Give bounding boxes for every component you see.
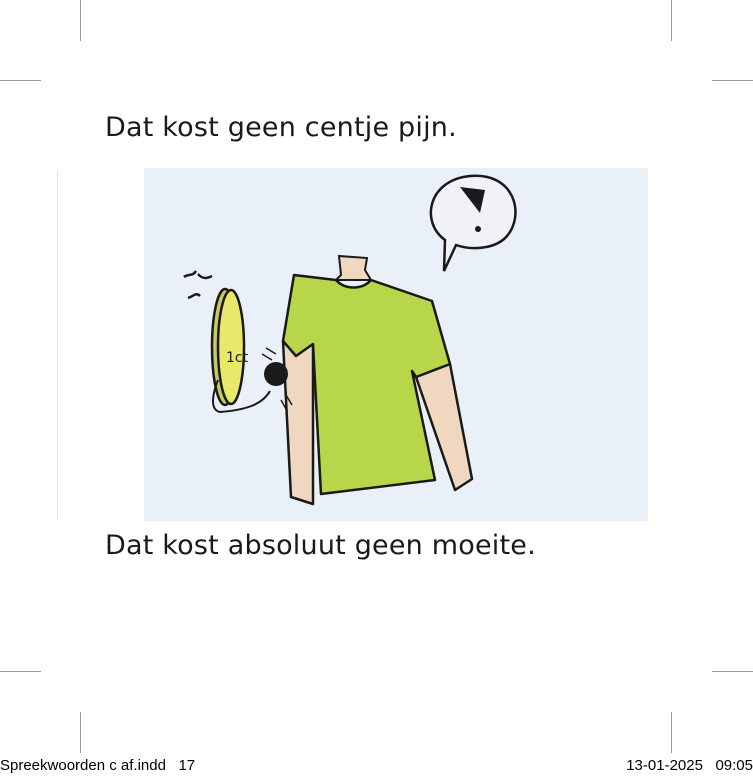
heading-bottom: Dat kost absoluut geen moeite.: [105, 530, 536, 561]
heading-top: Dat kost geen centje pijn.: [105, 112, 457, 143]
neck: [333, 254, 373, 281]
ball: [264, 362, 288, 386]
coin-label: 1ct: [226, 350, 249, 366]
crop-mark: [712, 80, 753, 81]
crop-mark: [80, 712, 81, 753]
footer-timestamp: 13-01-2025 09:05: [626, 757, 753, 774]
bleed-line: [57, 170, 58, 520]
illustration: 1ct: [144, 168, 648, 521]
crop-mark: [671, 0, 672, 41]
crop-mark: [0, 671, 41, 672]
footer-file-label: Spreekwoorden c af.indd 17: [0, 757, 196, 774]
crop-mark: [671, 712, 672, 753]
crop-mark: [80, 0, 81, 41]
crop-mark: [712, 671, 753, 672]
crop-mark: [0, 80, 41, 81]
